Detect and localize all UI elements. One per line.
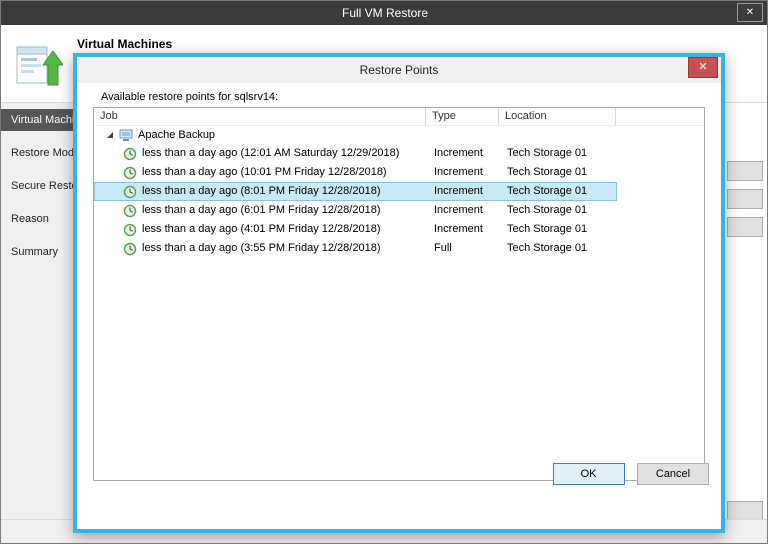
column-header-type[interactable]: Type	[426, 108, 499, 125]
restore-point-type: Increment	[427, 145, 500, 162]
sidebar-item-virtual-machines[interactable]: Virtual Machines	[1, 109, 73, 131]
modal-titlebar: Restore Points ✕	[77, 57, 721, 83]
restore-point-icon	[123, 204, 137, 218]
restore-point-label: less than a day ago (4:01 PM Friday 12/2…	[142, 221, 380, 238]
vm-restore-icon	[15, 43, 63, 91]
restore-point-type: Increment	[427, 202, 500, 219]
restore-points-dialog: Restore Points ✕ Available restore point…	[73, 53, 725, 533]
backup-job-group-row[interactable]: Apache Backup	[94, 126, 704, 144]
modal-title: Restore Points	[77, 57, 721, 83]
restore-point-location: Tech Storage 01	[500, 145, 617, 162]
backup-job-label: Apache Backup	[138, 129, 215, 141]
restore-point-label: less than a day ago (12:01 AM Saturday 1…	[142, 145, 399, 162]
cancel-button[interactable]: Cancel	[637, 463, 709, 485]
page-title: Virtual Machines	[77, 37, 172, 51]
restore-point-location: Tech Storage 01	[500, 240, 617, 257]
column-header-spacer	[616, 108, 704, 125]
restore-point-icon	[123, 223, 137, 237]
restore-point-row[interactable]: less than a day ago (8:01 PM Friday 12/2…	[94, 182, 617, 201]
dialog-buttons: OK Cancel	[545, 463, 709, 485]
tree-expander-icon[interactable]	[104, 129, 116, 141]
hidden-button-fragment	[727, 161, 763, 181]
hidden-button-fragment	[727, 189, 763, 209]
restore-point-icon	[123, 185, 137, 199]
modal-content: Available restore points for sqlsrv14: J…	[77, 83, 721, 501]
column-header-location[interactable]: Location	[499, 108, 616, 125]
restore-point-icon	[123, 166, 137, 180]
sidebar-item-reason[interactable]: Reason	[1, 208, 73, 230]
sidebar-item-secure-restore[interactable]: Secure Restore	[1, 175, 73, 197]
restore-point-location: Tech Storage 01	[500, 183, 617, 200]
close-icon[interactable]: ✕	[737, 3, 763, 22]
backup-job-icon	[119, 128, 133, 142]
restore-points-table: Job Type Location	[93, 107, 705, 481]
restore-point-row[interactable]: less than a day ago (6:01 PM Friday 12/2…	[94, 201, 617, 220]
restore-point-type: Full	[427, 240, 500, 257]
restore-point-row[interactable]: less than a day ago (12:01 AM Saturday 1…	[94, 144, 617, 163]
restore-point-type: Increment	[427, 183, 500, 200]
restore-point-icon	[123, 147, 137, 161]
restore-point-row[interactable]: less than a day ago (4:01 PM Friday 12/2…	[94, 220, 617, 239]
restore-point-type: Increment	[427, 221, 500, 238]
restore-points-body: less than a day ago (12:01 AM Saturday 1…	[94, 144, 704, 258]
restore-point-row[interactable]: less than a day ago (3:55 PM Friday 12/2…	[94, 239, 617, 258]
table-header: Job Type Location	[94, 108, 704, 126]
column-header-job[interactable]: Job	[94, 108, 426, 125]
close-icon[interactable]: ✕	[688, 57, 718, 78]
restore-point-location: Tech Storage 01	[500, 221, 617, 238]
restore-point-location: Tech Storage 01	[500, 202, 617, 219]
restore-points-description: Available restore points for sqlsrv14:	[101, 91, 278, 103]
sidebar-item-summary[interactable]: Summary	[1, 241, 73, 263]
restore-point-label: less than a day ago (8:01 PM Friday 12/2…	[142, 183, 380, 200]
hidden-button-fragment	[727, 217, 763, 237]
restore-point-row[interactable]: less than a day ago (10:01 PM Friday 12/…	[94, 163, 617, 182]
sidebar-item-restore-mode[interactable]: Restore Mode	[1, 142, 73, 164]
restore-point-icon	[123, 242, 137, 256]
hidden-button-fragment	[727, 501, 763, 521]
restore-point-label: less than a day ago (6:01 PM Friday 12/2…	[142, 202, 380, 219]
main-titlebar: Full VM Restore ✕	[1, 1, 768, 25]
screen: Full VM Restore ✕ Virtual Machines Virtu…	[0, 0, 768, 544]
restore-point-label: less than a day ago (3:55 PM Friday 12/2…	[142, 240, 380, 257]
restore-point-location: Tech Storage 01	[500, 164, 617, 181]
sidebar: Virtual Machines Restore Mode Secure Resto…	[1, 103, 73, 519]
ok-button[interactable]: OK	[553, 463, 625, 485]
restore-point-type: Increment	[427, 164, 500, 181]
restore-point-label: less than a day ago (10:01 PM Friday 12/…	[142, 164, 387, 181]
main-window-title: Full VM Restore	[1, 1, 768, 25]
